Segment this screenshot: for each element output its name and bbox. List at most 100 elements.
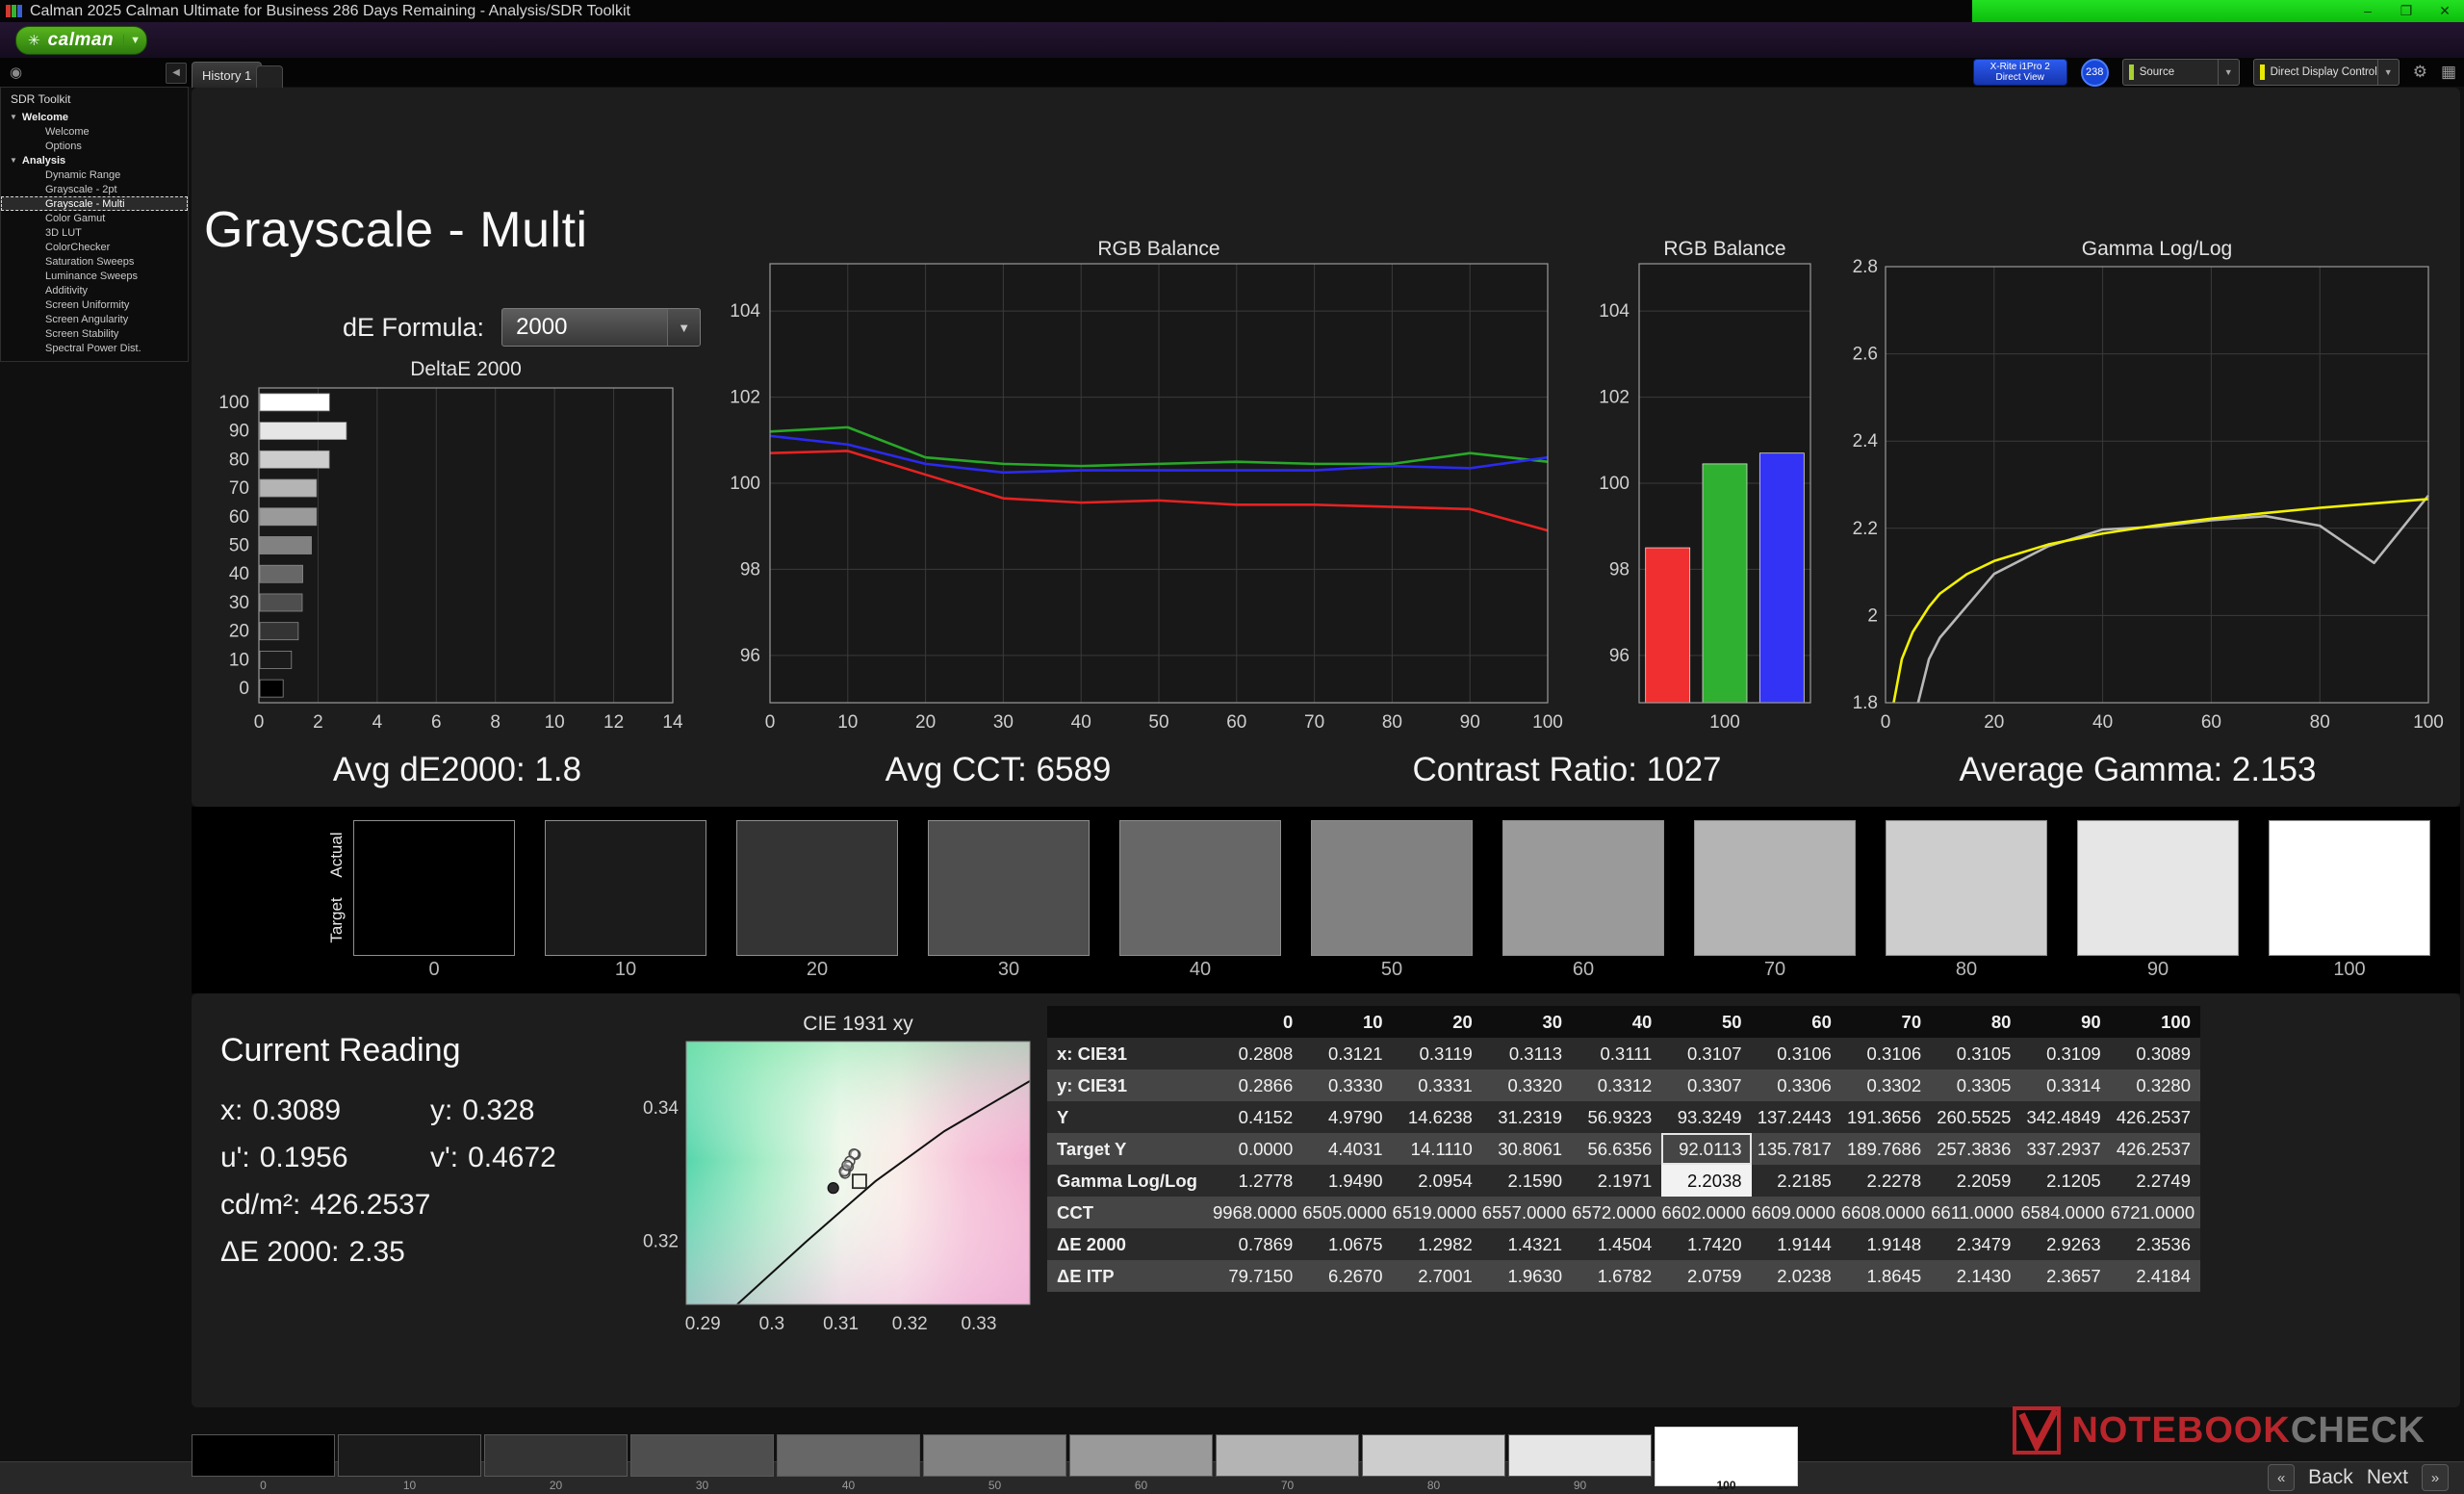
pattern-tile-70[interactable]	[1216, 1434, 1359, 1477]
pattern-tile-60[interactable]	[1069, 1434, 1213, 1477]
sidebar-item-luminance-sweeps[interactable]: Luminance Sweeps	[1, 269, 188, 283]
meter-button-line1: X-Rite i1Pro 2	[1989, 62, 2050, 72]
table-cell: 2.7001	[1392, 1260, 1482, 1292]
swatch-level-label: 40	[1189, 959, 1212, 980]
tree-expand-icon[interactable]: ▼	[10, 156, 17, 165]
collapse-sidebar-button[interactable]: ◀	[166, 63, 187, 84]
table-cell: 6721.0000	[2110, 1197, 2200, 1228]
sidebar-section-welcome[interactable]: ▼ Welcome	[1, 110, 188, 124]
svg-text:90: 90	[229, 422, 249, 442]
table-cell: 6519.0000	[1392, 1197, 1482, 1228]
calman-gear-icon: ✳	[28, 32, 40, 49]
svg-text:0: 0	[1881, 712, 1891, 733]
pattern-tile-label: 90	[1573, 1479, 1587, 1492]
pattern-tile-0[interactable]	[192, 1434, 335, 1477]
pattern-tile-30[interactable]	[630, 1434, 774, 1477]
display-control-dropdown[interactable]: Direct Display Control ▼	[2252, 59, 2400, 86]
sidebar-item-additivity[interactable]: Additivity	[1, 283, 188, 297]
maximize-button[interactable]: ❐	[2387, 0, 2426, 22]
sidebar-item-welcome[interactable]: Welcome	[1, 124, 188, 139]
sidebar-section-analysis[interactable]: ▼ Analysis	[1, 153, 188, 167]
svg-text:80: 80	[1382, 712, 1402, 733]
layout-icon[interactable]: ▦	[2441, 63, 2456, 82]
chevron-down-icon: ▼	[123, 34, 141, 46]
sidebar-item-dynamic-range[interactable]: Dynamic Range	[1, 167, 188, 182]
settings-gear-icon[interactable]: ⚙	[2413, 63, 2427, 82]
pattern-tile-90[interactable]	[1508, 1434, 1652, 1477]
pattern-tile-50[interactable]	[923, 1434, 1066, 1477]
sidebar-item-colorchecker[interactable]: ColorChecker	[1, 240, 188, 254]
swatch-level-label: 60	[1572, 959, 1595, 980]
table-header-row: 0 10 20 30 40 50 60 70 80 90 100	[1047, 1006, 2200, 1038]
source-dropdown-label: Source	[2139, 66, 2175, 78]
reading-v: v': 0.4672	[430, 1142, 640, 1174]
table-cell: 31.2319	[1481, 1101, 1573, 1133]
table-cell: 1.9144	[1751, 1228, 1841, 1260]
sidebar-item-screen-angularity[interactable]: Screen Angularity	[1, 312, 188, 326]
table-cell: 6584.0000	[2020, 1197, 2111, 1228]
svg-text:20: 20	[229, 622, 249, 642]
table-cell: 2.2185	[1751, 1165, 1841, 1197]
next-button[interactable]: Next	[2367, 1466, 2408, 1489]
new-tab-stub[interactable]	[256, 65, 283, 88]
table-cell: 0.3105	[1931, 1038, 2021, 1069]
table-cell: 6609.0000	[1751, 1197, 1841, 1228]
pattern-tile-10[interactable]	[338, 1434, 481, 1477]
table-col-header: 20	[1392, 1006, 1482, 1038]
pattern-tile-100[interactable]	[1655, 1427, 1798, 1486]
svg-text:0.33: 0.33	[961, 1314, 996, 1334]
table-col-header: 90	[2020, 1006, 2111, 1038]
svg-text:70: 70	[229, 478, 249, 499]
source-indicator-icon	[2128, 64, 2134, 80]
workspace-icon[interactable]: ◉	[10, 64, 22, 81]
de-formula-select[interactable]: 2000 ▼	[501, 308, 702, 347]
table-col-header: 70	[1840, 1006, 1932, 1038]
pattern-tile-80[interactable]	[1362, 1434, 1505, 1477]
table-row-label: ΔE 2000	[1047, 1228, 1213, 1260]
table-cell: 2.0238	[1751, 1260, 1841, 1292]
table-cell: 137.2443	[1751, 1101, 1841, 1133]
summary-stats-row: Avg dE2000: 1.8 Avg CCT: 6589 Contrast Rat…	[192, 751, 2460, 799]
pattern-tile-20[interactable]	[484, 1434, 628, 1477]
pattern-tile-40[interactable]	[777, 1434, 920, 1477]
sidebar-item-saturation-sweeps[interactable]: Saturation Sweeps	[1, 254, 188, 269]
sidebar-item-color-gamut[interactable]: Color Gamut	[1, 211, 188, 225]
svg-text:96: 96	[1609, 646, 1630, 666]
minimize-button[interactable]: –	[2348, 0, 2387, 22]
meter-status-badge[interactable]: 238	[2080, 58, 2109, 87]
reading-label: y:	[430, 1095, 453, 1126]
back-button[interactable]: Back	[2308, 1466, 2353, 1489]
chevron-down-icon: ▼	[667, 309, 701, 346]
sidebar-item-screen-uniformity[interactable]: Screen Uniformity	[1, 297, 188, 312]
nav-buttons: « Back Next »	[2268, 1464, 2449, 1491]
svg-text:6: 6	[431, 712, 442, 733]
chevron-down-icon: ▼	[2217, 60, 2239, 85]
pattern-tile-label: 40	[841, 1479, 856, 1492]
calman-menu-button[interactable]: ✳ calman ▼	[15, 25, 147, 55]
next-icon[interactable]: »	[2422, 1464, 2449, 1491]
tab-history-1[interactable]: History 1	[192, 62, 263, 88]
sidebar-item-options[interactable]: Options	[1, 139, 188, 153]
table-row-e-2000: ΔE 2000 0.7869 1.0675 1.2982 1.4321 1.4504 1.7…	[1047, 1228, 2200, 1260]
grayscale-swatch-70	[1694, 820, 1856, 956]
table-col-header: 0	[1213, 1006, 1303, 1038]
sidebar-item-screen-stability[interactable]: Screen Stability	[1, 326, 188, 341]
calman-logo-text: calman	[47, 29, 115, 50]
sidebar-item-3d-lut[interactable]: 3D LUT	[1, 225, 188, 240]
summary-stat-2: Contrast Ratio: 1027	[1412, 751, 1722, 788]
source-dropdown[interactable]: Source ▼	[2121, 59, 2240, 86]
table-row-y: Y 0.4152 4.9790 14.6238 31.2319 56.9323 93.324…	[1047, 1101, 2200, 1133]
table-cell: 56.6356	[1572, 1133, 1662, 1165]
table-cell: 0.3106	[1840, 1038, 1932, 1069]
sidebar-item-spectral-power-dist[interactable]: Spectral Power Dist.	[1, 341, 188, 355]
table-cell: 14.6238	[1392, 1101, 1482, 1133]
sidebar-item-grayscale-2pt[interactable]: Grayscale - 2pt	[1, 182, 188, 196]
back-icon[interactable]: «	[2268, 1464, 2296, 1491]
table-row-x-cie31: x: CIE31 0.2808 0.3121 0.3119 0.3113 0.3111 0.…	[1047, 1038, 2200, 1069]
table-cell: 1.6782	[1572, 1260, 1662, 1292]
meter-button[interactable]: X-Rite i1Pro 2 Direct View	[1972, 59, 2067, 86]
table-col-header: 40	[1572, 1006, 1662, 1038]
sidebar-item-grayscale-multi[interactable]: Grayscale - Multi	[1, 196, 188, 211]
tree-expand-icon[interactable]: ▼	[10, 113, 17, 121]
close-button[interactable]: ✕	[2426, 0, 2464, 22]
